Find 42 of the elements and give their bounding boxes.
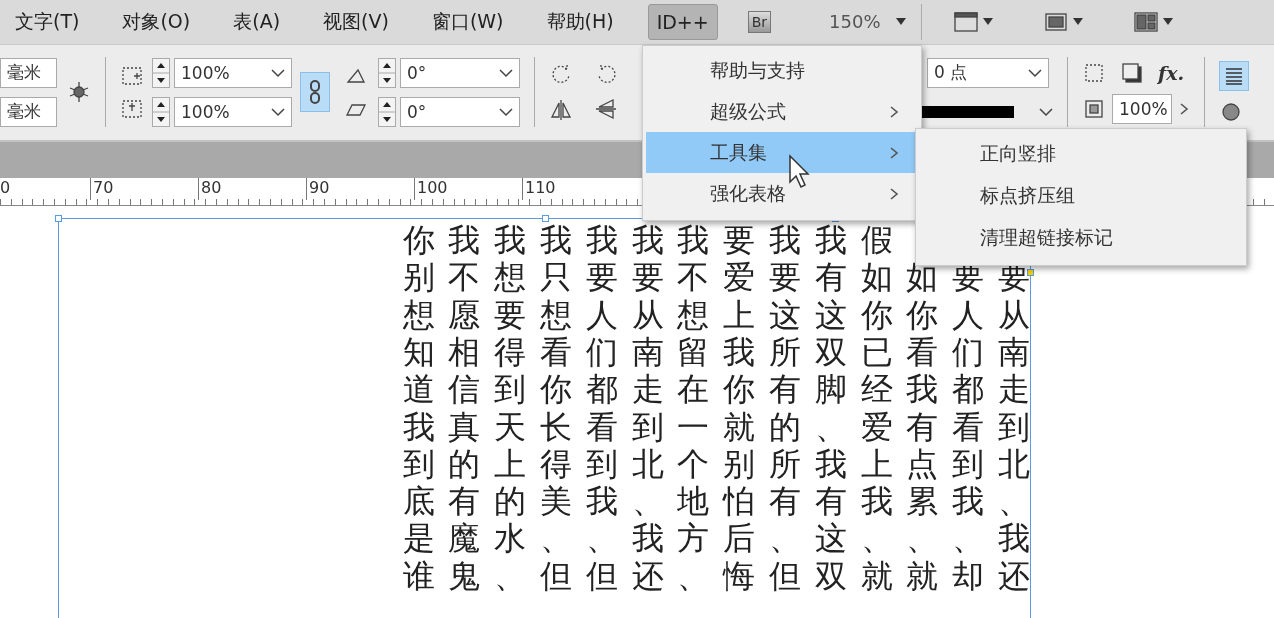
menu-item[interactable]: 帮助(H): [537, 1, 623, 42]
menu-item[interactable]: 文字(T): [6, 1, 89, 42]
menu-item[interactable]: 表(A): [224, 1, 290, 42]
menu-item[interactable]: 帮助与支持: [646, 50, 918, 91]
menu-item[interactable]: 超级公式: [646, 91, 918, 132]
angle-dropdown[interactable]: 0°: [400, 57, 520, 88]
ruler-label: 90: [306, 178, 414, 201]
menu-item[interactable]: 标点挤压组: [916, 175, 1246, 217]
text-column: 我不想留在一个地方、: [677, 222, 710, 595]
ruler-label: 0: [0, 178, 12, 200]
text-column: 我只想看你长得美、但: [540, 222, 573, 595]
scale-dropdown[interactable]: 100%: [174, 57, 292, 88]
ruler-label: 70: [90, 178, 198, 201]
effects-icon[interactable]: fx.: [1158, 61, 1188, 84]
ruler-label: 100: [414, 178, 522, 201]
text-column: 我不愿相信真的有魔鬼: [448, 222, 481, 595]
unit-field[interactable]: 毫米: [0, 96, 57, 127]
text-column: 我想要得到天上的水、: [494, 222, 527, 595]
bridge-button[interactable]: Br: [747, 10, 772, 33]
text-column: 我要人们都看到我、但: [585, 222, 618, 595]
menu-item[interactable]: 窗口(W): [422, 1, 513, 42]
angle-dropdown[interactable]: 0°: [400, 96, 520, 127]
menu-item[interactable]: 正向竖排: [916, 133, 1246, 175]
menu-item[interactable]: 强化表格: [646, 173, 918, 214]
text-column: 假如你已经爱上我、就: [860, 222, 893, 595]
ruler-label: 80: [198, 178, 306, 201]
text-column: 你别想知道我到底是谁: [402, 222, 435, 595]
opacity-field[interactable]: 100%: [1112, 93, 1172, 124]
menu-item[interactable]: 工具集: [646, 132, 918, 173]
text-column: 我有这双脚、我有这双: [814, 222, 847, 595]
scale-dropdown[interactable]: 100%: [174, 96, 292, 127]
text-column: 我要从南走到北、我还: [631, 222, 664, 595]
menu-item[interactable]: ID++: [647, 3, 718, 40]
zoom-level[interactable]: 150%: [829, 11, 881, 33]
text-column: 要爱上我你就别怕后悔: [723, 222, 756, 595]
menu-item[interactable]: 对象(O): [113, 1, 200, 42]
unit-field[interactable]: 毫米: [0, 57, 57, 88]
text-column: 如你看我有点累、就: [906, 259, 939, 595]
menu-item[interactable]: 视图(V): [314, 1, 398, 42]
stroke-weight-dropdown[interactable]: 0 点: [927, 57, 1049, 88]
ruler-label: 110: [522, 178, 630, 201]
text-column: 我要这所有的所有、但: [769, 222, 801, 595]
